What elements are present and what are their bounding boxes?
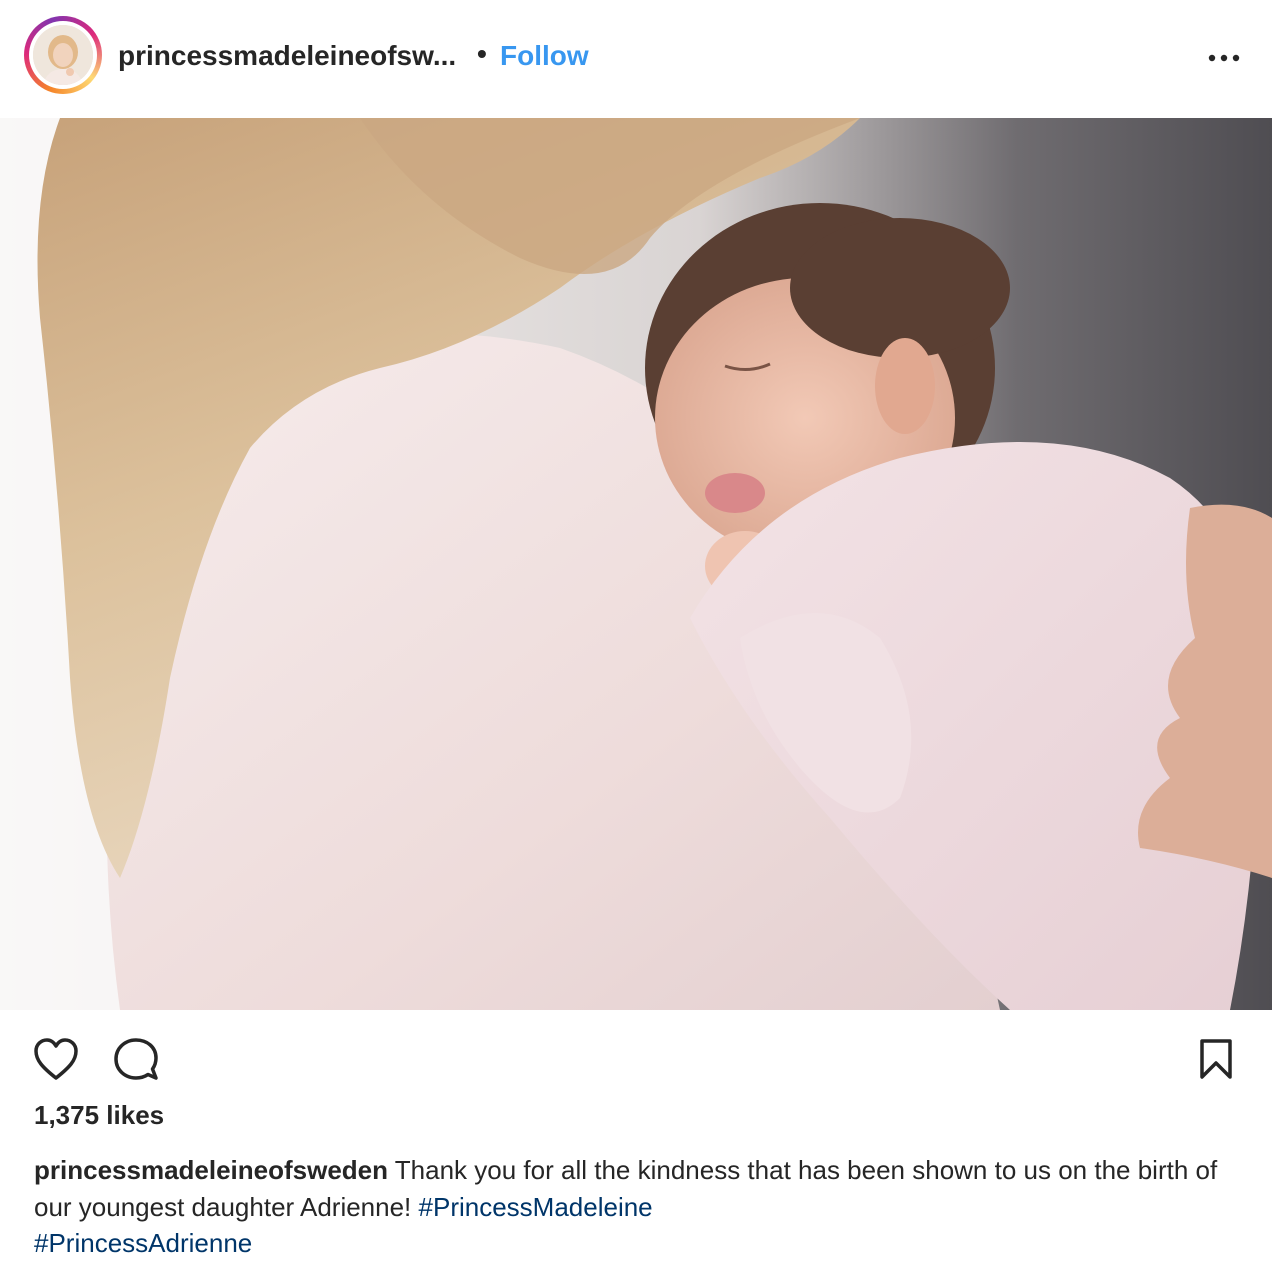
bookmark-icon[interactable]	[1196, 1038, 1236, 1080]
post-caption: princessmadeleineofsweden Thank you for …	[34, 1152, 1234, 1262]
post-image[interactable]	[0, 118, 1272, 1010]
hashtag-link[interactable]: #PrincessAdrienne	[34, 1228, 252, 1258]
hashtag-link[interactable]: #PrincessMadeleine	[419, 1192, 653, 1222]
like-count[interactable]: 1,375 likes	[34, 1100, 164, 1131]
caption-username[interactable]: princessmadeleineofsweden	[34, 1155, 388, 1185]
action-bar	[0, 1010, 1272, 1106]
avatar-portrait	[33, 25, 93, 85]
avatar[interactable]	[24, 16, 102, 94]
comment-icon[interactable]	[112, 1036, 160, 1082]
follow-button[interactable]: Follow	[500, 40, 589, 72]
heart-icon[interactable]	[32, 1036, 80, 1082]
post-username[interactable]: princessmadeleineofsw...	[118, 40, 456, 72]
post-photo	[0, 118, 1272, 1010]
separator-dot: •	[477, 38, 487, 69]
post-header: princessmadeleineofsw... • Follow	[0, 0, 1272, 118]
avatar-photo	[33, 25, 93, 85]
more-options-icon[interactable]	[1206, 42, 1242, 70]
